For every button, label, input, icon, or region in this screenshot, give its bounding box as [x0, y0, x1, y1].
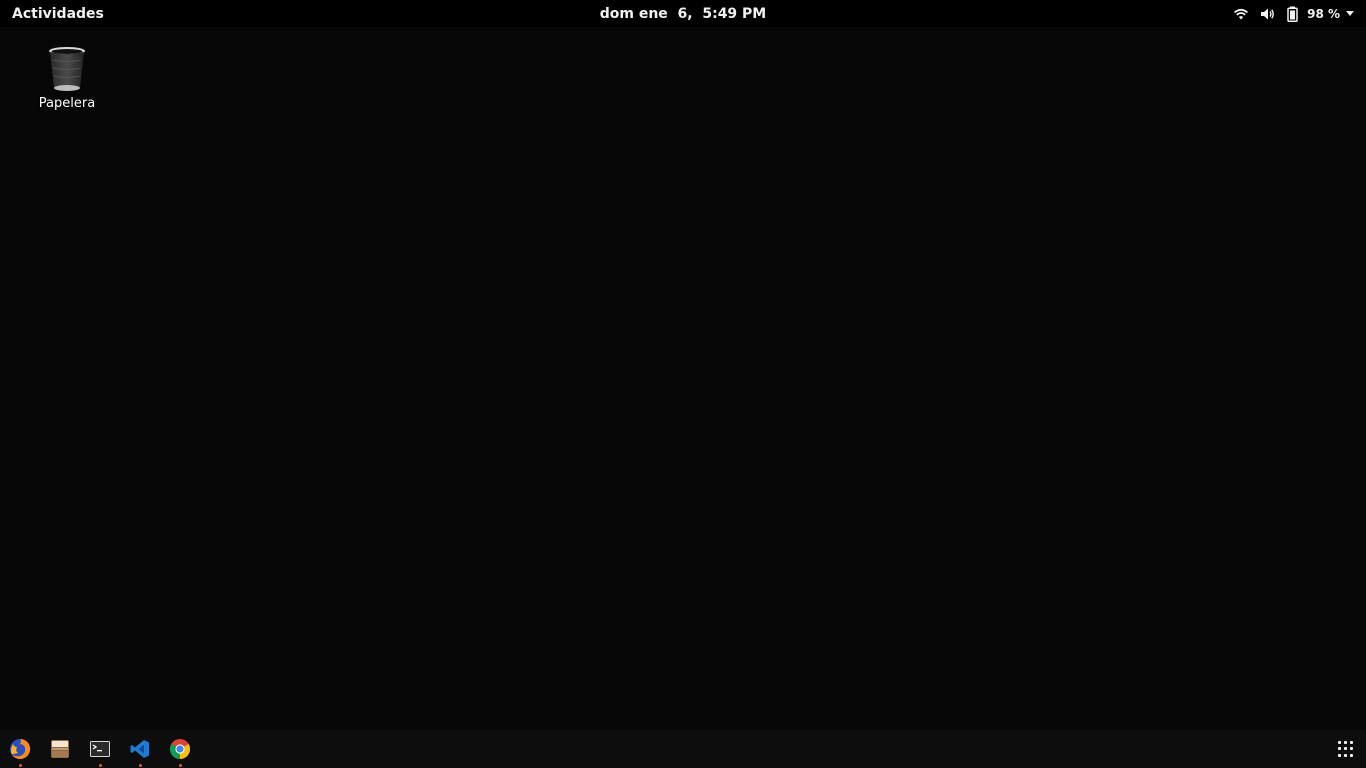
chevron-down-icon: [1346, 11, 1354, 16]
grid-icon: [1338, 741, 1341, 744]
battery-percentage: 98 %: [1307, 6, 1340, 21]
wifi-icon: [1234, 8, 1249, 19]
battery-icon: [1287, 6, 1298, 22]
activities-button[interactable]: Actividades: [12, 0, 104, 27]
top-bar: Actividades dom ene 6, 5:49 PM 98 %: [0, 0, 1366, 27]
terminal-icon: [90, 741, 110, 757]
trash-icon: [49, 47, 85, 91]
desktop-icon-label: Papelera: [38, 96, 96, 111]
running-indicator: [18, 764, 22, 767]
vscode-icon: [130, 740, 149, 758]
desktop: Actividades dom ene 6, 5:49 PM 98 % Pape…: [0, 0, 1366, 768]
running-indicator: [138, 764, 142, 767]
clock-menu[interactable]: dom ene 6, 5:49 PM: [573, 0, 793, 27]
running-indicator: [98, 764, 102, 767]
show-applications-button[interactable]: [1338, 741, 1354, 757]
system-status-menu[interactable]: 98 %: [1233, 0, 1354, 27]
dock-item-vscode[interactable]: [120, 730, 160, 768]
chrome-icon: [170, 739, 190, 759]
desktop-icon-trash[interactable]: Papelera: [30, 44, 104, 116]
dock: [0, 730, 1366, 768]
dock-item-files[interactable]: [40, 730, 80, 768]
dock-item-firefox[interactable]: [0, 730, 40, 768]
running-indicator: [178, 764, 182, 767]
files-icon: [51, 740, 69, 758]
volume-icon: [1261, 8, 1274, 19]
firefox-icon: [10, 738, 31, 759]
dock-item-terminal[interactable]: [80, 730, 120, 768]
dock-item-chrome[interactable]: [160, 730, 200, 768]
